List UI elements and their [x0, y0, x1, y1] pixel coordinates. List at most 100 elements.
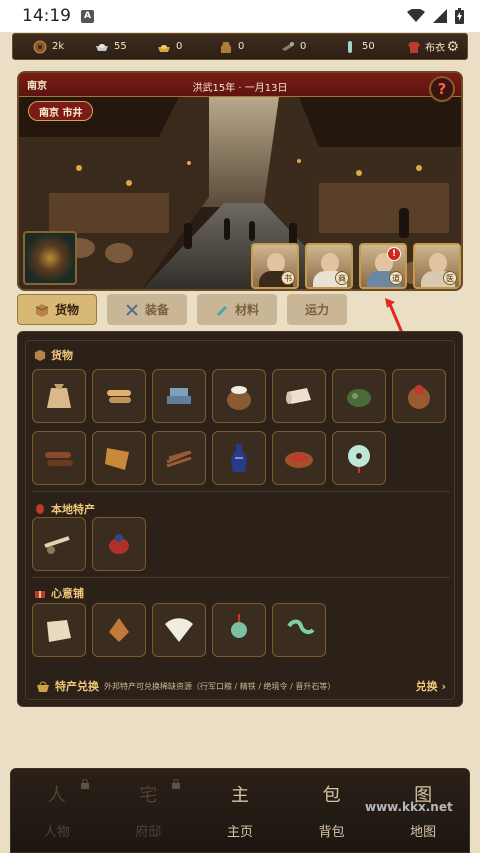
npc-merchant[interactable]: 商 [305, 243, 353, 289]
swords-icon [126, 303, 138, 316]
resource-jade: 50 [343, 40, 405, 54]
item-ingot-stack[interactable] [152, 369, 206, 423]
item-fruit[interactable] [392, 369, 446, 423]
logs-icon [45, 452, 73, 466]
character-icon: 人 [47, 785, 66, 806]
battery-icon [455, 8, 464, 24]
tab-label: 货物 [54, 303, 79, 317]
grain-sack-icon [47, 384, 71, 408]
lock-icon [80, 779, 89, 789]
location-badge[interactable]: 南京 市井 [28, 101, 94, 121]
cloth-roll-icon [286, 388, 311, 404]
silver-ingot-icon [96, 43, 108, 51]
item-cart[interactable] [32, 517, 86, 571]
nav-bag[interactable]: 包 背包 [286, 769, 378, 852]
npc-doctor[interactable]: 医 [413, 243, 461, 289]
gift-icon [35, 591, 45, 598]
grain-jar-icon [221, 41, 231, 53]
gear-icon[interactable]: ⚙ [446, 39, 459, 55]
fruit-icon [408, 385, 430, 409]
lantern-icon [36, 504, 44, 514]
brush-icon [216, 305, 228, 316]
resource-gold: 0 [157, 40, 219, 54]
herbs-icon [166, 450, 192, 468]
clock: 14:19 [22, 6, 71, 26]
box-icon [35, 303, 49, 317]
sachet-icon [109, 618, 129, 642]
jade-hook-icon [287, 619, 315, 635]
vase-icon [231, 444, 247, 472]
jade-disc-icon [348, 445, 370, 473]
specialty-exchange-row: 特产兑换 外邦特产可兑换稀缺资源（行军口粮 / 精铁 / 绝境令 / 晋升石等）… [36, 678, 446, 694]
resource-tool: 0 [281, 40, 343, 54]
pouch-icon [109, 534, 129, 554]
section-title-local: 本地特产 [34, 501, 95, 517]
tab-transport[interactable]: 运力 [287, 294, 347, 325]
item-pouch[interactable] [92, 517, 146, 571]
rank-badge[interactable]: 布衣 [407, 39, 445, 54]
letter-icon [47, 620, 71, 642]
npc-taoist[interactable]: ! 道 [359, 243, 407, 289]
wifi-icon [407, 9, 425, 22]
resource-silver: 55 [95, 40, 157, 54]
nav-mansion[interactable]: 宅 府邸 [103, 769, 195, 852]
salt-jar-icon [227, 386, 251, 410]
npc-tag: 医 [443, 271, 457, 285]
npc-tag: 道 [389, 271, 403, 285]
item-fan[interactable] [152, 603, 206, 657]
resource-bar: 2k 55 0 0 0 50 布衣 ⚙ [12, 33, 468, 60]
coin-icon [33, 40, 47, 53]
item-herbs[interactable] [152, 431, 206, 485]
exchange-button[interactable]: 兑换 › [416, 678, 446, 694]
cart-icon [44, 536, 70, 554]
pendant-icon [231, 614, 247, 638]
scroll-bundle-icon [107, 390, 131, 403]
bag-icon: 包 [322, 785, 341, 806]
inventory-panel: 货物 本地特产 心意铺 特产兑换 外邦特产可兑换稀缺资源（行军口粮 / 精铁 /… [17, 331, 463, 707]
item-grain-sack[interactable] [32, 369, 86, 423]
fan-icon [165, 618, 193, 642]
box-icon [34, 349, 46, 361]
item-tea[interactable] [332, 369, 386, 423]
resource-coin: 2k [33, 40, 95, 54]
item-logs[interactable] [32, 431, 86, 485]
ingot-stack-icon [167, 388, 191, 404]
coin-value: 2k [52, 41, 65, 52]
lock-icon [172, 779, 181, 789]
inventory-inner: 货物 本地特产 心意铺 特产兑换 外邦特产可兑换稀缺资源（行军口粮 / 精铁 /… [25, 340, 455, 700]
robe-icon [408, 41, 420, 53]
tab-label: 材料 [234, 303, 259, 317]
tab-materials[interactable]: 材料 [197, 294, 277, 325]
alert-badge: ! [387, 247, 401, 261]
exchange-title: 特产兑换 [55, 680, 99, 693]
item-salt-jar[interactable] [212, 369, 266, 423]
category-tabs: 货物 装备 材料 运力 [17, 294, 357, 326]
item-scroll-bundle[interactable] [92, 369, 146, 423]
home-icon: 主 [230, 785, 249, 806]
help-button[interactable]: ? [429, 76, 455, 102]
item-paper[interactable] [92, 431, 146, 485]
tea-icon [347, 389, 371, 407]
minimap-thumbnail[interactable] [23, 231, 77, 285]
tab-equipment[interactable]: 装备 [107, 294, 187, 325]
item-vase[interactable] [212, 431, 266, 485]
npc-scholar[interactable]: 书 [251, 243, 299, 289]
item-dish[interactable] [272, 431, 326, 485]
notification-badge: A [81, 9, 94, 23]
basket-icon [37, 681, 49, 692]
location-label: 南京 市井 [39, 107, 83, 119]
item-cloth-roll[interactable] [272, 369, 326, 423]
item-pendant[interactable] [212, 603, 266, 657]
item-letter[interactable] [32, 603, 86, 657]
item-jade-hook[interactable] [272, 603, 326, 657]
silver-value: 55 [114, 41, 127, 52]
nav-home[interactable]: 主 主页 [194, 769, 286, 852]
item-jade-disc[interactable] [332, 431, 386, 485]
game-date: 洪武15年 · 一月13日 [192, 83, 288, 94]
mansion-icon: 宅 [139, 785, 158, 806]
nav-character[interactable]: 人 人物 [11, 769, 103, 852]
gold-value: 0 [176, 41, 183, 52]
jade-icon [348, 40, 352, 53]
item-sachet[interactable] [92, 603, 146, 657]
tab-goods[interactable]: 货物 [17, 294, 97, 325]
